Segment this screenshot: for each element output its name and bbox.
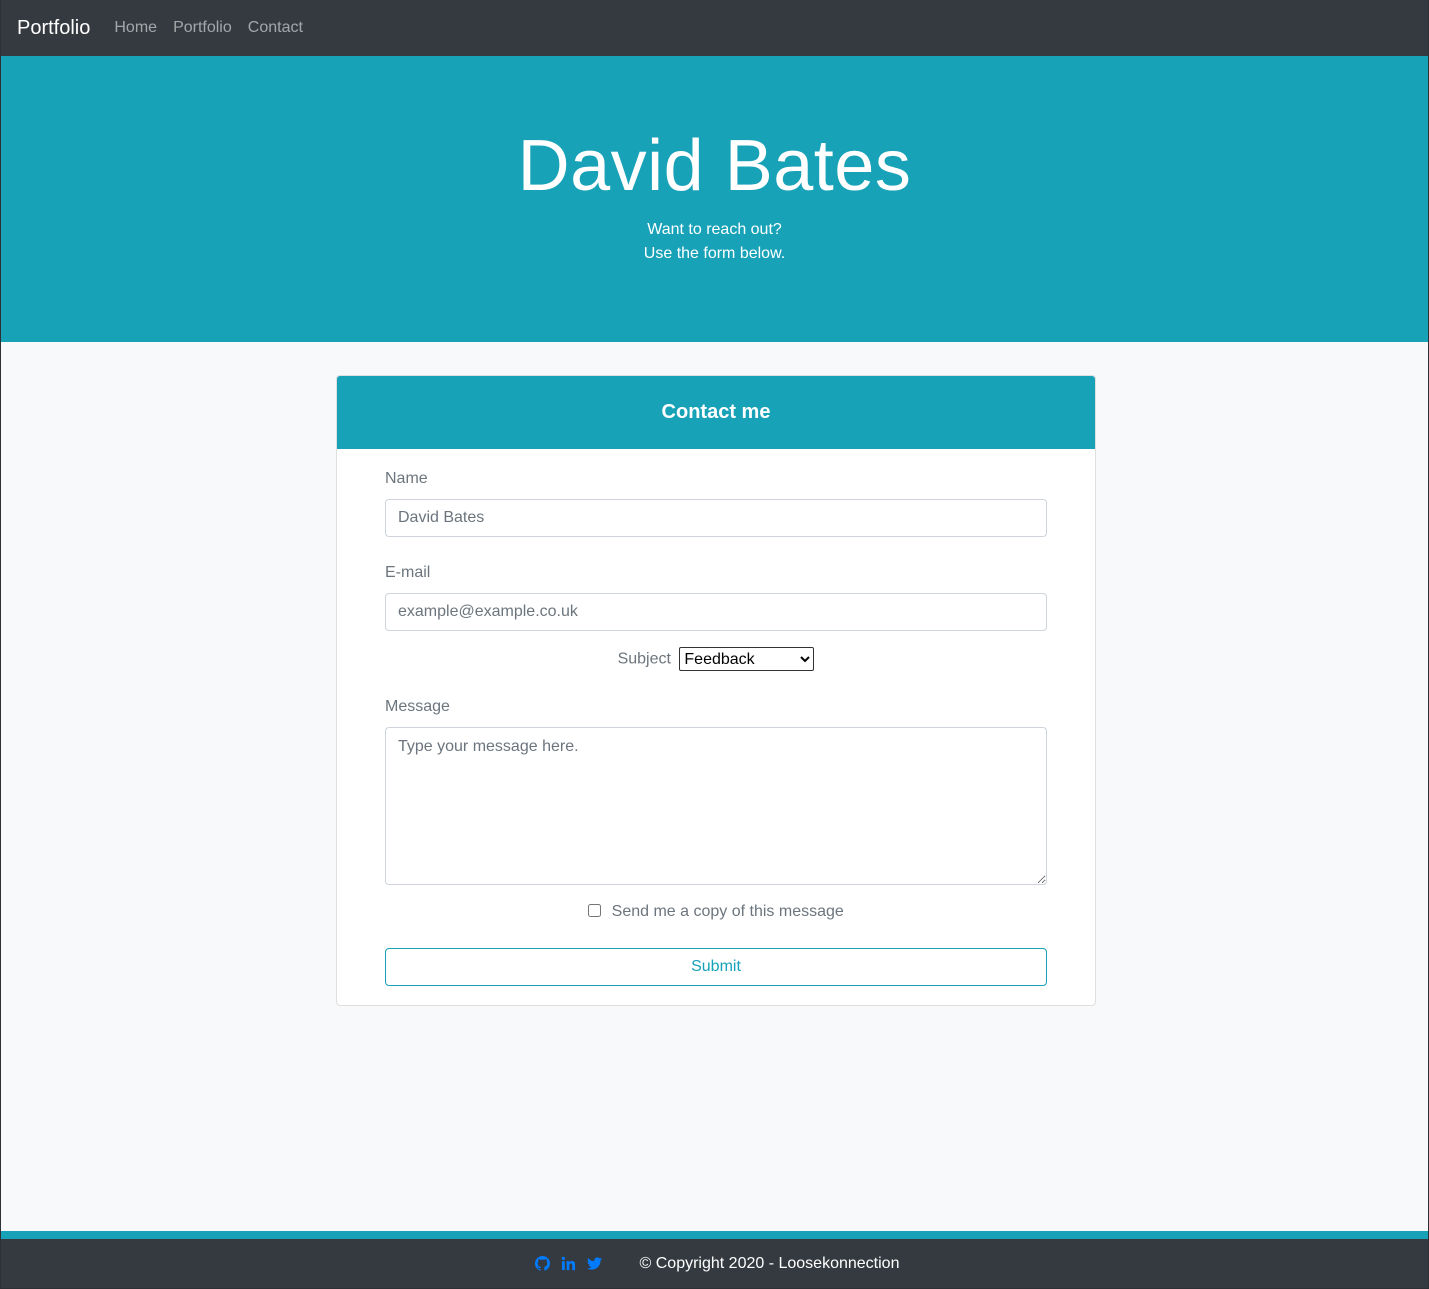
contact-card-header: Contact me <box>337 376 1095 449</box>
navbar: Portfolio Home Portfolio Contact <box>1 0 1428 56</box>
contact-form: Name E-mail Subject Feedback Message Sen… <box>337 449 1095 986</box>
name-group: Name <box>385 467 1047 537</box>
nav-link-home[interactable]: Home <box>114 19 157 37</box>
message-group: Message <box>385 695 1047 890</box>
hero-line-2: Use the form below. <box>643 245 786 262</box>
message-label: Message <box>385 698 450 715</box>
linkedin-icon[interactable] <box>561 1256 577 1272</box>
contact-card: Contact me Name E-mail Subject Feedback … <box>336 375 1096 1006</box>
email-input[interactable] <box>385 593 1047 631</box>
copy-row: Send me a copy of this message <box>385 900 1047 924</box>
copyright-text: © Copyright 2020 - Loosekonnection <box>639 1254 900 1272</box>
name-input[interactable] <box>385 499 1047 537</box>
hero-title: David Bates <box>517 126 912 206</box>
copy-label: Send me a copy of this message <box>611 903 844 920</box>
subject-row: Subject Feedback <box>385 647 1047 671</box>
hero-banner: David Bates Want to reach out? Use the f… <box>1 56 1428 342</box>
footer: © Copyright 2020 - Loosekonnection <box>1 1239 1428 1288</box>
message-textarea[interactable] <box>385 727 1047 885</box>
social-links <box>530 1256 608 1272</box>
nav-link-portfolio[interactable]: Portfolio <box>173 19 232 37</box>
nav-link-contact[interactable]: Contact <box>248 19 303 37</box>
copy-checkbox[interactable] <box>588 904 602 917</box>
twitter-icon[interactable] <box>587 1256 603 1272</box>
subject-label: Subject <box>617 650 671 668</box>
navbar-brand[interactable]: Portfolio <box>17 17 90 40</box>
hero-line-1: Want to reach out? <box>647 221 782 238</box>
subject-select[interactable]: Feedback <box>679 647 815 671</box>
name-label: Name <box>385 470 428 487</box>
footer-stripe <box>1 1231 1428 1239</box>
page: Portfolio Home Portfolio Contact David B… <box>0 0 1429 1289</box>
github-icon[interactable] <box>535 1256 551 1272</box>
email-group: E-mail <box>385 561 1047 631</box>
email-label: E-mail <box>385 564 431 581</box>
submit-button[interactable]: Submit <box>385 948 1047 986</box>
